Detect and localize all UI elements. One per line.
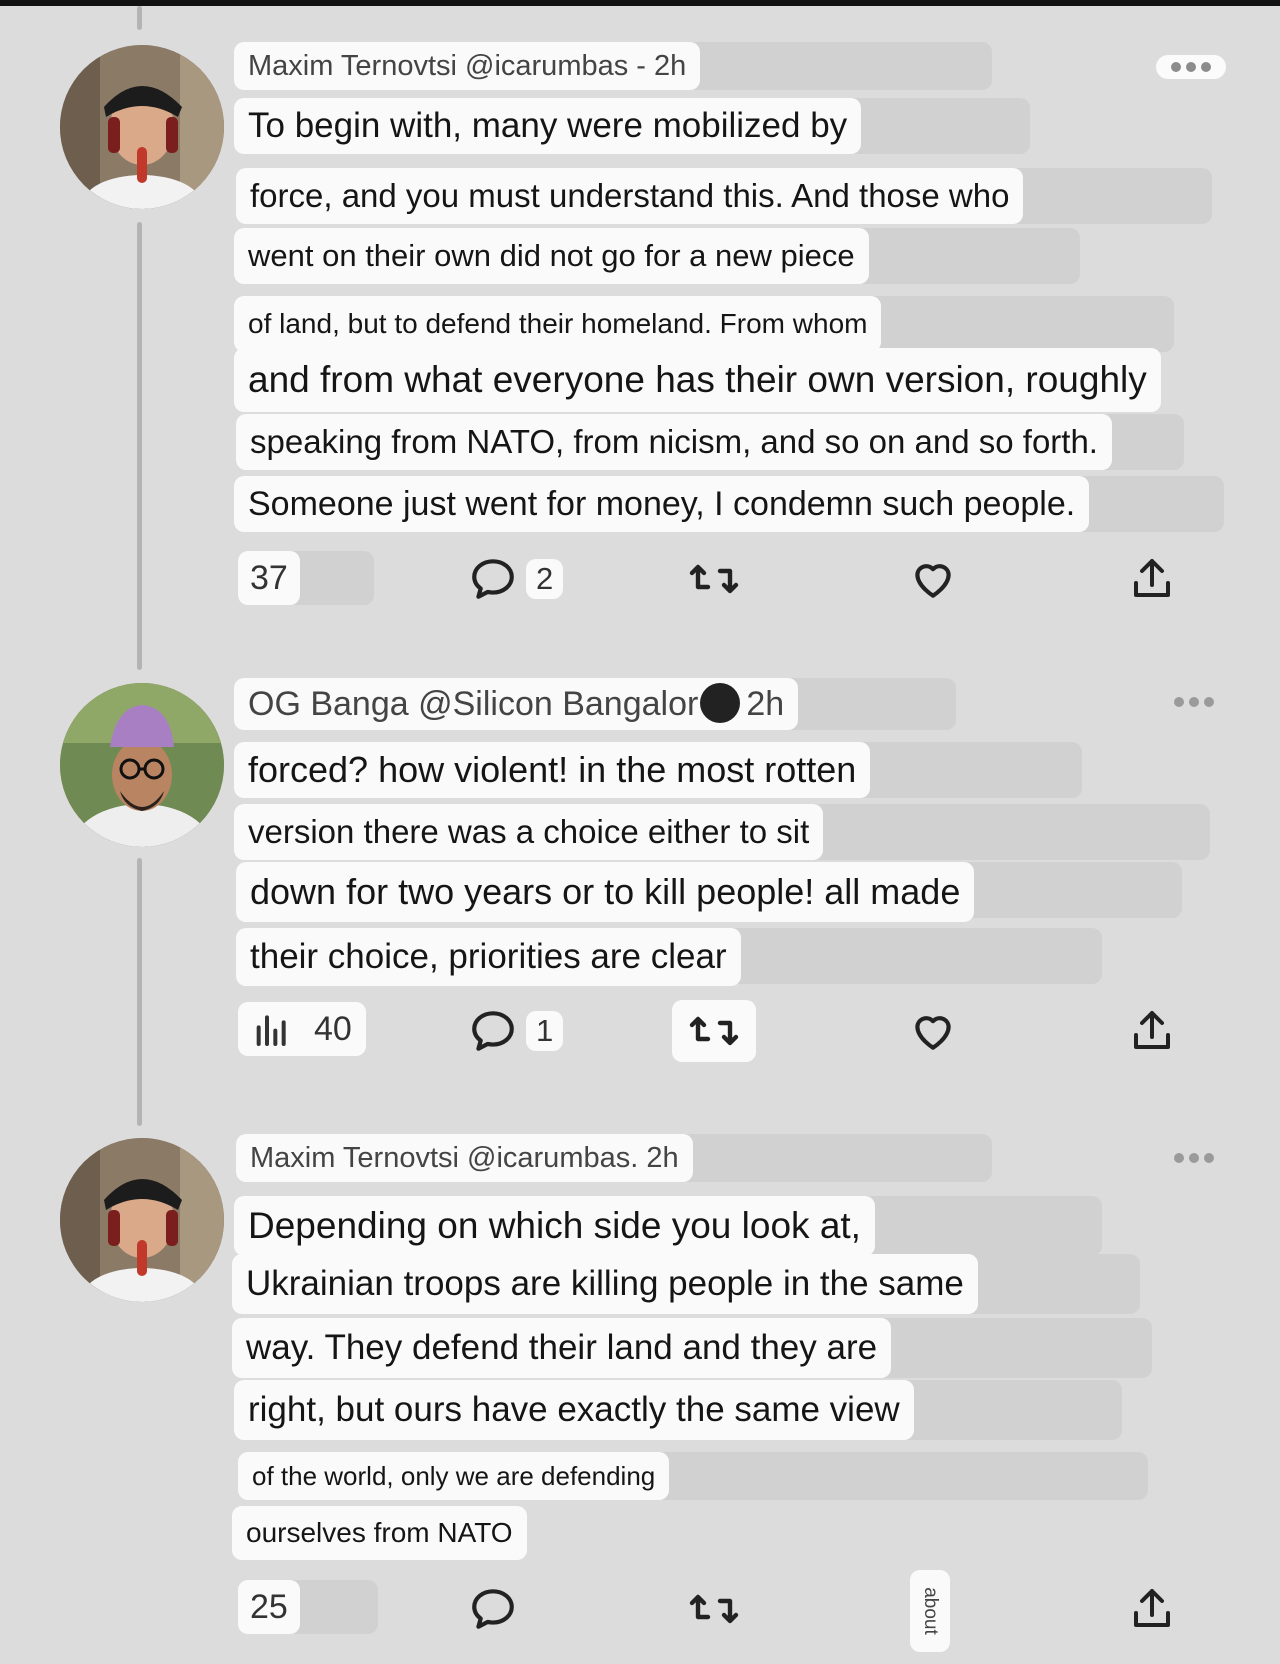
like-icon[interactable] (908, 1006, 958, 1056)
reply-count: 1 (526, 1011, 564, 1051)
thread-line (137, 6, 142, 30)
post-text-line: way. They defend their land and they are (232, 1318, 892, 1378)
repost-icon[interactable] (686, 1584, 742, 1634)
reply-button[interactable]: 1 (468, 1006, 564, 1056)
views-count[interactable]: 37 (238, 551, 300, 605)
post-text-line: forced? how violent! in the most rotten (234, 742, 871, 798)
post-text-line: and from what everyone has their own ver… (234, 348, 1161, 412)
action-bar: 25 about (0, 1570, 1280, 1652)
action-bar: 37 2 (0, 548, 1280, 608)
post-text-line: Ukrainian troops are killing people in t… (232, 1254, 978, 1314)
avatar[interactable] (60, 1138, 224, 1302)
top-status-bar (0, 0, 1280, 6)
views-icon (252, 1009, 292, 1049)
reply-button[interactable]: 2 (468, 554, 564, 604)
more-icon[interactable] (1156, 55, 1226, 79)
post-text-line: of the world, only we are defending (238, 1452, 670, 1500)
reply-count: 2 (526, 559, 564, 599)
post-text-line: down for two years or to kill people! al… (236, 862, 975, 922)
post-time: 2h (746, 685, 785, 723)
post-text-line: their choice, priorities are clear (236, 928, 741, 986)
reply-icon (468, 1006, 518, 1056)
views-count[interactable]: 40 (238, 1002, 366, 1056)
post-text-line: speaking from NATO, from nicism, and so … (236, 414, 1112, 470)
views-count[interactable]: 25 (238, 1580, 300, 1634)
vertical-label: about (910, 1570, 950, 1652)
post-text-line: To begin with, many were mobilized by (234, 98, 862, 154)
repost-icon[interactable] (686, 554, 742, 604)
repost-icon[interactable] (672, 1000, 756, 1062)
share-icon[interactable] (1128, 1006, 1176, 1056)
post-text-line: Depending on which side you look at, (234, 1196, 875, 1256)
post-text-line: went on their own did not go for a new p… (234, 228, 869, 284)
post-text-line: right, but ours have exactly the same vi… (234, 1380, 914, 1440)
post-meta: OG Banga @Silicon Bangalor 2h (234, 678, 799, 730)
more-icon[interactable] (1166, 1148, 1222, 1168)
avatar-dot-icon (700, 683, 741, 723)
post-text-line: of land, but to defend their homeland. F… (234, 296, 882, 352)
post-text-line: version there was a choice either to sit (234, 804, 824, 860)
post-text-line: ourselves from NATO (232, 1506, 527, 1560)
reply-icon (468, 554, 518, 604)
share-icon[interactable] (1128, 554, 1176, 604)
avatar[interactable] (60, 683, 224, 847)
post-meta: Maxim Ternovtsi @icarumbas. 2h (236, 1134, 693, 1182)
share-icon[interactable] (1128, 1584, 1176, 1634)
post-text-line: Someone just went for money, I condemn s… (234, 476, 1090, 532)
action-bar: 40 1 (0, 1000, 1280, 1062)
thread-line (137, 858, 142, 1126)
reply-icon[interactable] (468, 1584, 518, 1634)
like-icon[interactable] (908, 554, 958, 604)
more-icon[interactable] (1166, 692, 1222, 712)
avatar[interactable] (60, 45, 224, 209)
post-text-line: force, and you must understand this. And… (236, 168, 1024, 224)
post-meta: Maxim Ternovtsi @icarumbas - 2h (234, 42, 701, 90)
post-author[interactable]: OG Banga @Silicon Bangalor (248, 685, 698, 723)
